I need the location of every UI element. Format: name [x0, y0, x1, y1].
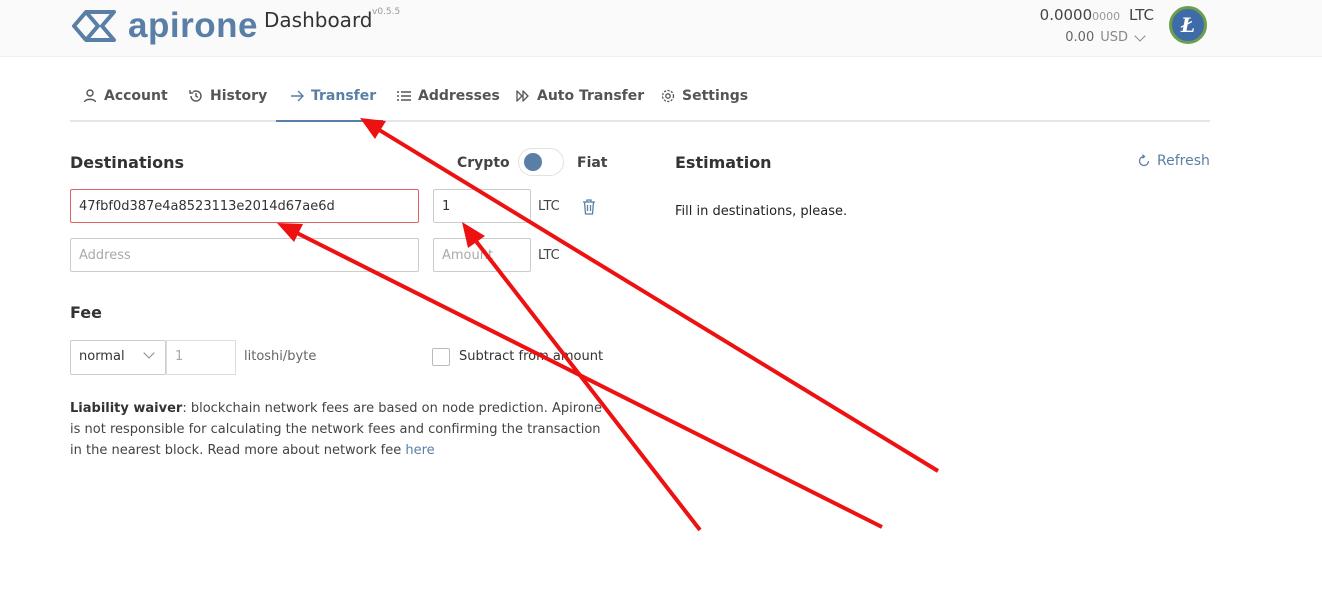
liability-waiver: Liability waiver: blockchain network fee… [70, 398, 610, 461]
subtract-from-amount-label[interactable]: Subtract from amount [459, 349, 603, 364]
list-icon [397, 91, 411, 101]
crypto-label: Crypto [457, 155, 510, 171]
tab-transfer[interactable]: Transfer [289, 88, 376, 104]
balance-main: 0.0000 [1039, 6, 1093, 24]
tab-history[interactable]: History [188, 88, 267, 104]
tab-label: Addresses [418, 88, 500, 104]
fiat-amount: 0.00 [1065, 30, 1095, 45]
fiat-balance-selector[interactable]: 0.00 USD [1065, 29, 1146, 45]
refresh-icon [1138, 154, 1150, 167]
amount-unit: LTC [538, 199, 560, 214]
address-input[interactable] [70, 238, 419, 272]
nav-tabs: Account History Transfer Addresses Auto … [70, 78, 1210, 122]
version-label: v0.5.5 [372, 7, 401, 17]
estimation-heading: Estimation [675, 153, 772, 172]
logo[interactable]: apirone [70, 6, 258, 46]
history-icon [189, 90, 202, 102]
toggle-knob [524, 153, 542, 171]
top-bar: apirone Dashboard v0.5.5 0.00000000 LTC … [0, 0, 1322, 57]
tab-account[interactable]: Account [82, 88, 168, 104]
fee-priority-select[interactable]: normal [70, 340, 166, 375]
balance-currency: LTC [1128, 6, 1154, 24]
fee-priority-value: normal [79, 349, 125, 364]
fiat-currency: USD [1100, 30, 1128, 45]
fee-rate-unit: litoshi/byte [244, 349, 317, 364]
amount-unit: LTC [538, 248, 560, 263]
tab-label: Auto Transfer [537, 88, 645, 104]
refresh-button[interactable]: Refresh [1137, 153, 1210, 169]
annotation-arrow-amount [470, 234, 702, 532]
page-title: Dashboard [264, 8, 373, 32]
fee-rate-input[interactable]: 1 [166, 340, 236, 375]
apirone-logo-icon [72, 10, 116, 42]
tab-addresses[interactable]: Addresses [396, 88, 500, 104]
annotation-arrow-address [292, 229, 883, 529]
gear-icon [661, 89, 675, 103]
amount-input[interactable] [433, 238, 531, 272]
destination-address-input[interactable] [70, 189, 419, 223]
crypto-fiat-toggle[interactable] [518, 148, 564, 176]
waiver-link[interactable]: here [405, 443, 434, 458]
tab-label: Transfer [311, 88, 377, 104]
crypto-balance: 0.00000000 LTC [1040, 6, 1154, 24]
logo-text: apirone [128, 6, 258, 45]
chevron-down-icon [1134, 29, 1146, 42]
tab-auto-transfer[interactable]: Auto Transfer [515, 88, 644, 104]
trash-icon[interactable] [582, 199, 596, 215]
waiver-title: Liability waiver [70, 401, 183, 416]
user-icon [83, 89, 97, 103]
tab-label: History [210, 88, 268, 104]
arrow-right-icon [291, 90, 304, 102]
fiat-label: Fiat [577, 155, 608, 171]
refresh-label: Refresh [1157, 153, 1210, 169]
fast-forward-icon [516, 90, 529, 102]
chevron-down-icon [143, 347, 155, 359]
tab-label: Account [104, 88, 168, 104]
destinations-heading: Destinations [70, 153, 185, 172]
subtract-from-amount-checkbox[interactable] [432, 348, 450, 366]
fee-heading: Fee [70, 303, 102, 322]
balance-small-digits: 0000 [1092, 10, 1121, 23]
destination-amount-input[interactable] [433, 189, 531, 223]
tab-settings[interactable]: Settings [660, 88, 748, 104]
litecoin-icon[interactable]: Ł [1169, 6, 1207, 44]
tab-label: Settings [682, 88, 749, 104]
active-tab-indicator [276, 120, 383, 122]
estimation-message: Fill in destinations, please. [675, 204, 848, 219]
